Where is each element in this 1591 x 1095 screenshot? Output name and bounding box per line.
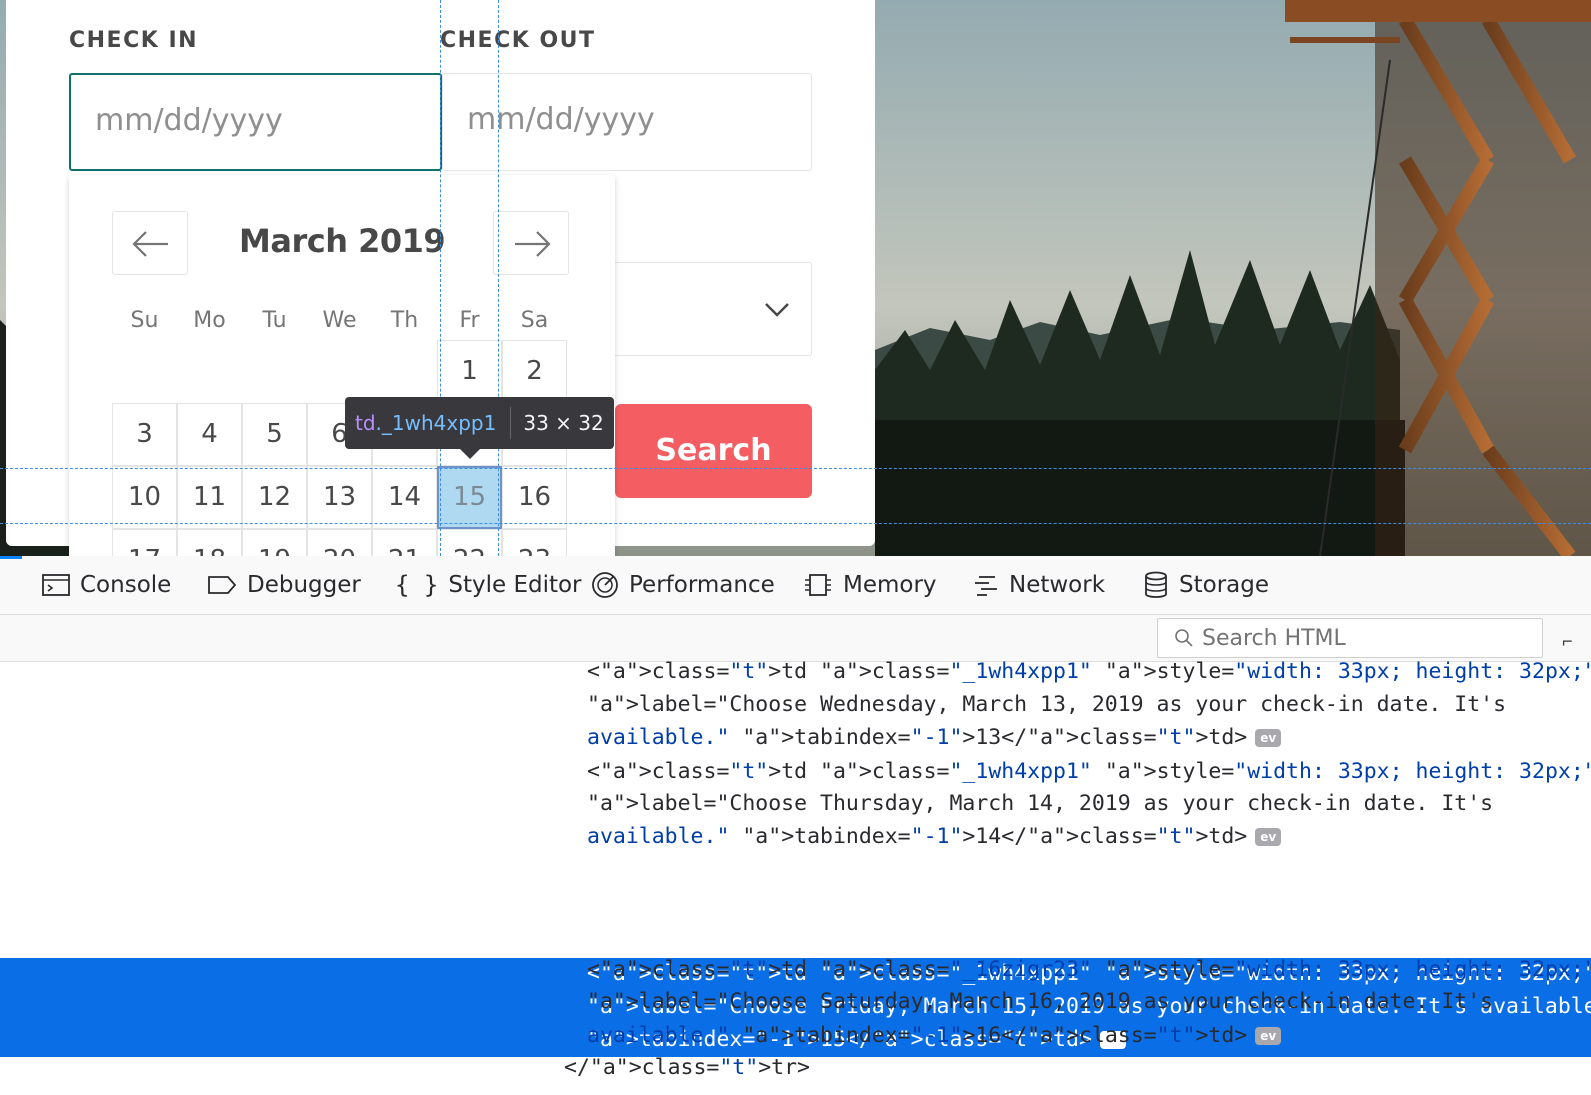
calendar-day-1[interactable]: 1 (437, 340, 502, 403)
arrow-left-icon (132, 231, 168, 257)
tab-debugger[interactable]: Debugger (207, 556, 361, 614)
calendar-day-19[interactable]: 19 (242, 529, 307, 556)
weekday-tu: Tu (262, 308, 287, 333)
markup-line[interactable]: available." "a">tabindex="-1">14</"a">cl… (587, 824, 1282, 849)
calendar-day-21[interactable]: 21 (372, 529, 437, 556)
tab-storage[interactable]: Storage (1143, 556, 1269, 614)
tab-storage-label: Storage (1179, 572, 1269, 598)
search-icon (1175, 629, 1193, 647)
console-icon (42, 574, 70, 596)
tab-performance-label: Performance (629, 572, 775, 598)
tab-network[interactable]: Network (973, 556, 1105, 614)
inspector-node-tooltip: td ._1wh4xpp1 33 × 32 (345, 397, 614, 459)
selected-tab-indicator (0, 556, 22, 559)
tab-network-label: Network (1009, 572, 1106, 598)
weekday-sa: Sa (520, 308, 549, 333)
highlighter-guide-bottom (0, 523, 1591, 524)
event-badge: ev (1255, 1027, 1282, 1045)
checkin-label: CHECK IN (69, 28, 199, 53)
calendar-day-10[interactable]: 10 (112, 466, 177, 529)
markup-view: <"a">class="t">td "a">class="_1wh4xpp1" … (0, 659, 1591, 1095)
weekday-mo: Mo (193, 308, 226, 333)
tooltip-arrow (460, 449, 480, 459)
markup-line[interactable]: "a">label="Choose Saturday, March 16, 20… (587, 989, 1493, 1014)
tab-memory-label: Memory (843, 572, 937, 598)
calendar-day-5[interactable]: 5 (242, 403, 307, 466)
debugger-icon (208, 576, 237, 594)
markup-line[interactable]: "a">label="Choose Wednesday, March 13, 2… (587, 692, 1506, 717)
tooltip-class: ._1wh4xpp1 (375, 411, 497, 435)
calendar-day-17[interactable]: 17 (112, 529, 177, 556)
tab-style-editor-label: Style Editor (448, 572, 582, 598)
markup-line[interactable]: "a">label="Choose Thursday, March 14, 20… (587, 791, 1493, 816)
checkout-label: CHECK OUT (440, 28, 596, 53)
weekday-su: Su (130, 308, 159, 333)
highlighter-guide-right (498, 0, 499, 556)
network-icon (975, 576, 997, 596)
highlighter-guide-left (440, 0, 441, 556)
eyedropper-icon[interactable]: ⌐ (1562, 631, 1573, 652)
devtools-panel: Console Debugger { } Style Editor Perfor… (0, 556, 1591, 1095)
calendar-day-3[interactable]: 3 (112, 403, 177, 466)
calendar-day-23[interactable]: 23 (502, 529, 567, 556)
search-button[interactable]: Search (615, 404, 812, 498)
calendar-day-16[interactable]: 16 (502, 466, 567, 529)
calendar-day-12[interactable]: 12 (242, 466, 307, 529)
next-month-button[interactable] (493, 211, 569, 275)
markup-line[interactable]: <"a">class="t">td "a">class="_1wh4xpp1" … (587, 659, 1591, 684)
arrow-right-icon (515, 231, 551, 257)
storage-database-icon (1145, 571, 1167, 598)
month-title: March 2019 (239, 222, 446, 260)
performance-gauge-icon (592, 572, 618, 598)
tab-console[interactable]: Console (42, 556, 171, 614)
braces-icon: { } (395, 571, 439, 599)
calendar-day-20[interactable]: 20 (307, 529, 372, 556)
memory-chip-icon (805, 574, 831, 596)
chevron-down-icon (765, 303, 789, 317)
tab-style-editor[interactable]: { } Style Editor (395, 556, 582, 614)
weekday-th: Th (390, 308, 419, 333)
tooltip-tag: td (355, 411, 376, 435)
search-html-placeholder: Search HTML (1202, 625, 1346, 651)
calendar-day-13[interactable]: 13 (307, 466, 372, 529)
calendar-day-22[interactable]: 22 (437, 529, 502, 556)
markup-line[interactable]: available." "a">tabindex="-1">16</"a">cl… (587, 1023, 1282, 1048)
tooltip-size: 33 × 32 (523, 411, 604, 435)
tab-console-label: Console (80, 572, 172, 598)
event-badge: ev (1255, 828, 1282, 846)
calendar-day-11[interactable]: 11 (177, 466, 242, 529)
search-html-input[interactable]: Search HTML (1157, 618, 1543, 658)
markup-line[interactable]: <"a">class="t">td "a">class="_16zigr23" … (587, 957, 1591, 982)
markup-line[interactable]: <"a">class="t">td "a">class="_1wh4xpp1" … (587, 759, 1591, 784)
markup-line[interactable]: </"a">class="t">tr> (564, 1055, 810, 1080)
calendar-day-2[interactable]: 2 (502, 340, 567, 403)
calendar-day-4[interactable]: 4 (177, 403, 242, 466)
calendar-day-18[interactable]: 18 (177, 529, 242, 556)
date-picker-calendar: March 2019 SuMoTuWeThFrSa 12345678910111… (69, 175, 615, 556)
devtools-tabbar: Console Debugger { } Style Editor Perfor… (0, 556, 1591, 615)
prev-month-button[interactable] (112, 211, 188, 275)
weekday-fr: Fr (459, 308, 480, 333)
weekday-we: We (322, 308, 357, 333)
tab-debugger-label: Debugger (247, 572, 361, 598)
tab-performance[interactable]: Performance (591, 556, 775, 614)
event-badge: ev (1255, 729, 1282, 747)
web-page-viewport: CHECK IN CHECK OUT mm/dd/yyyy mm/dd/yyyy… (0, 0, 1591, 556)
calendar-day-14[interactable]: 14 (372, 466, 437, 529)
guests-select[interactable] (600, 262, 812, 356)
markup-line[interactable]: available." "a">tabindex="-1">13</"a">cl… (587, 725, 1282, 750)
checkin-date-input[interactable]: mm/dd/yyyy (69, 73, 442, 171)
tab-memory[interactable]: Memory (803, 556, 937, 614)
highlighter-guide-top (0, 468, 1591, 469)
calendar-day-15[interactable]: 15 (437, 466, 502, 529)
inspector-toolbar: Search HTML ⌐ (0, 615, 1591, 662)
